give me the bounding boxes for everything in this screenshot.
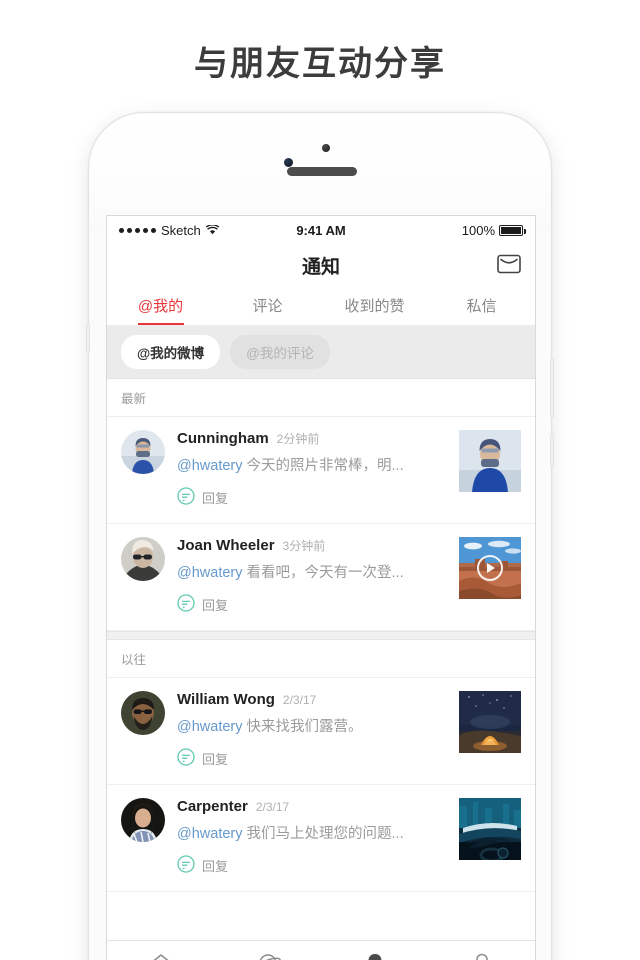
notification-body-text: 我们马上处理您的问题... [246,826,404,842]
comment-icon [177,594,195,615]
reply-button[interactable]: 回复 [177,487,449,508]
tab-home[interactable] [107,952,214,960]
timestamp: 3分钟前 [282,539,326,553]
reply-label: 回复 [202,491,229,506]
earpiece-speaker [287,167,357,176]
username[interactable]: Carpenter [177,798,248,815]
notification-tabs: @我的 评论 收到的赞 私信 [107,286,535,326]
notification-meta: Joan Wheeler 3分钟前 [177,537,449,554]
status-bar-left: Sketch [119,223,296,238]
username[interactable]: William Wong [177,691,275,708]
notification-content: William Wong 2/3/17 @hwatery 快来找我们露营。 回复 [177,691,449,784]
notification-text: @hwatery 今天的照片非常棒，明... [177,454,449,475]
media-thumbnail[interactable] [459,430,521,492]
notification-meta: William Wong 2/3/17 [177,691,449,708]
status-bar: Sketch 9:41 AM 100% [107,216,535,244]
planet-icon [254,952,282,960]
status-bar-right: 100% [346,222,526,238]
filter-pill-bar: @我的微博 @我的评论 [107,326,535,379]
tab-profile[interactable] [428,952,535,960]
notification-row[interactable]: Joan Wheeler 3分钟前 @hwatery 看看吧，今天有一次登... [107,524,535,631]
battery-percent-label: 100% [461,222,495,238]
avatar[interactable] [121,430,165,474]
notification-body-text: 看看吧，今天有一次登... [246,565,404,581]
notification-row[interactable]: Cunningham 2分钟前 @hwatery 今天的照片非常棒，明... 回… [107,417,535,524]
screenshot-root: 与朋友互动分享 Sketch 9:41 AM 100% 通知 @我的 评论 收到… [0,0,640,960]
tab-notifications[interactable] [321,952,428,960]
reply-button[interactable]: 回复 [177,748,449,769]
media-thumbnail[interactable] [459,691,521,753]
notification-content: Joan Wheeler 3分钟前 @hwatery 看看吧，今天有一次登... [177,537,449,630]
device-mute-switch [86,323,90,353]
mention-handle[interactable]: @hwatery [177,565,243,581]
proximity-sensor-icon [322,144,330,152]
bell-icon [363,952,387,960]
signal-strength-icon [119,227,156,233]
phone-screen: Sketch 9:41 AM 100% 通知 @我的 评论 收到的赞 私信 @我… [106,215,536,960]
home-icon [148,952,174,960]
person-icon [470,952,494,960]
section-header-latest: 最新 [107,379,535,417]
tab-messages[interactable]: 私信 [428,286,535,325]
tab-discover[interactable] [214,952,321,960]
username[interactable]: Joan Wheeler [177,537,275,554]
reply-button[interactable]: 回复 [177,594,449,615]
notification-meta: Cunningham 2分钟前 [177,430,449,447]
avatar[interactable] [121,798,165,842]
pill-my-comments[interactable]: @我的评论 [230,335,330,369]
tab-comments[interactable]: 评论 [214,286,321,325]
phone-device-frame: Sketch 9:41 AM 100% 通知 @我的 评论 收到的赞 私信 @我… [86,112,554,960]
wifi-icon [205,223,219,238]
reply-label: 回复 [202,598,229,613]
section-divider [107,631,535,640]
front-camera-icon [284,158,293,167]
section-header-earlier: 以往 [107,640,535,678]
mention-handle[interactable]: @hwatery [177,719,243,735]
navigation-bar: 通知 [107,244,535,286]
reply-label: 回复 [202,752,229,767]
media-thumbnail-video[interactable] [459,537,521,599]
reply-label: 回复 [202,859,229,874]
mention-handle[interactable]: @hwatery [177,458,243,474]
avatar[interactable] [121,537,165,581]
battery-icon [499,224,526,236]
notification-text: @hwatery 看看吧，今天有一次登... [177,561,449,582]
notification-row[interactable]: William Wong 2/3/17 @hwatery 快来找我们露营。 回复 [107,678,535,785]
notification-body-text: 今天的照片非常棒，明... [246,458,404,474]
avatar[interactable] [121,691,165,735]
play-icon[interactable] [477,555,503,581]
tab-likes[interactable]: 收到的赞 [321,286,428,325]
reply-button[interactable]: 回复 [177,855,449,876]
screen-title: 通知 [301,256,340,278]
comment-icon [177,748,195,769]
mention-handle[interactable]: @hwatery [177,826,243,842]
comment-icon [177,855,195,876]
timestamp: 2分钟前 [276,432,320,446]
timestamp: 2/3/17 [282,693,317,707]
pill-my-weibo[interactable]: @我的微博 [121,335,221,369]
notification-content: Cunningham 2分钟前 @hwatery 今天的照片非常棒，明... 回… [177,430,449,523]
notification-body-text: 快来找我们露营。 [246,719,363,735]
device-volume-buttons [550,358,554,418]
username[interactable]: Cunningham [177,430,269,447]
media-thumbnail[interactable] [459,798,521,860]
timestamp: 2/3/17 [255,800,290,814]
tab-mentions[interactable]: @我的 [107,286,214,325]
notification-content: Carpenter 2/3/17 @hwatery 我们马上处理您的问题... [177,798,449,891]
comment-icon [177,487,195,508]
notification-text: @hwatery 我们马上处理您的问题... [177,822,449,843]
notification-meta: Carpenter 2/3/17 [177,798,449,815]
envelope-icon[interactable] [497,254,521,279]
carrier-label: Sketch [161,222,201,238]
notification-row[interactable]: Carpenter 2/3/17 @hwatery 我们马上处理您的问题... [107,785,535,892]
notification-text: @hwatery 快来找我们露营。 [177,715,449,736]
device-power-button [550,433,554,467]
clock-label: 9:41 AM [296,222,346,238]
page-title: 与朋友互动分享 [194,45,446,83]
bottom-tab-bar [107,940,535,960]
